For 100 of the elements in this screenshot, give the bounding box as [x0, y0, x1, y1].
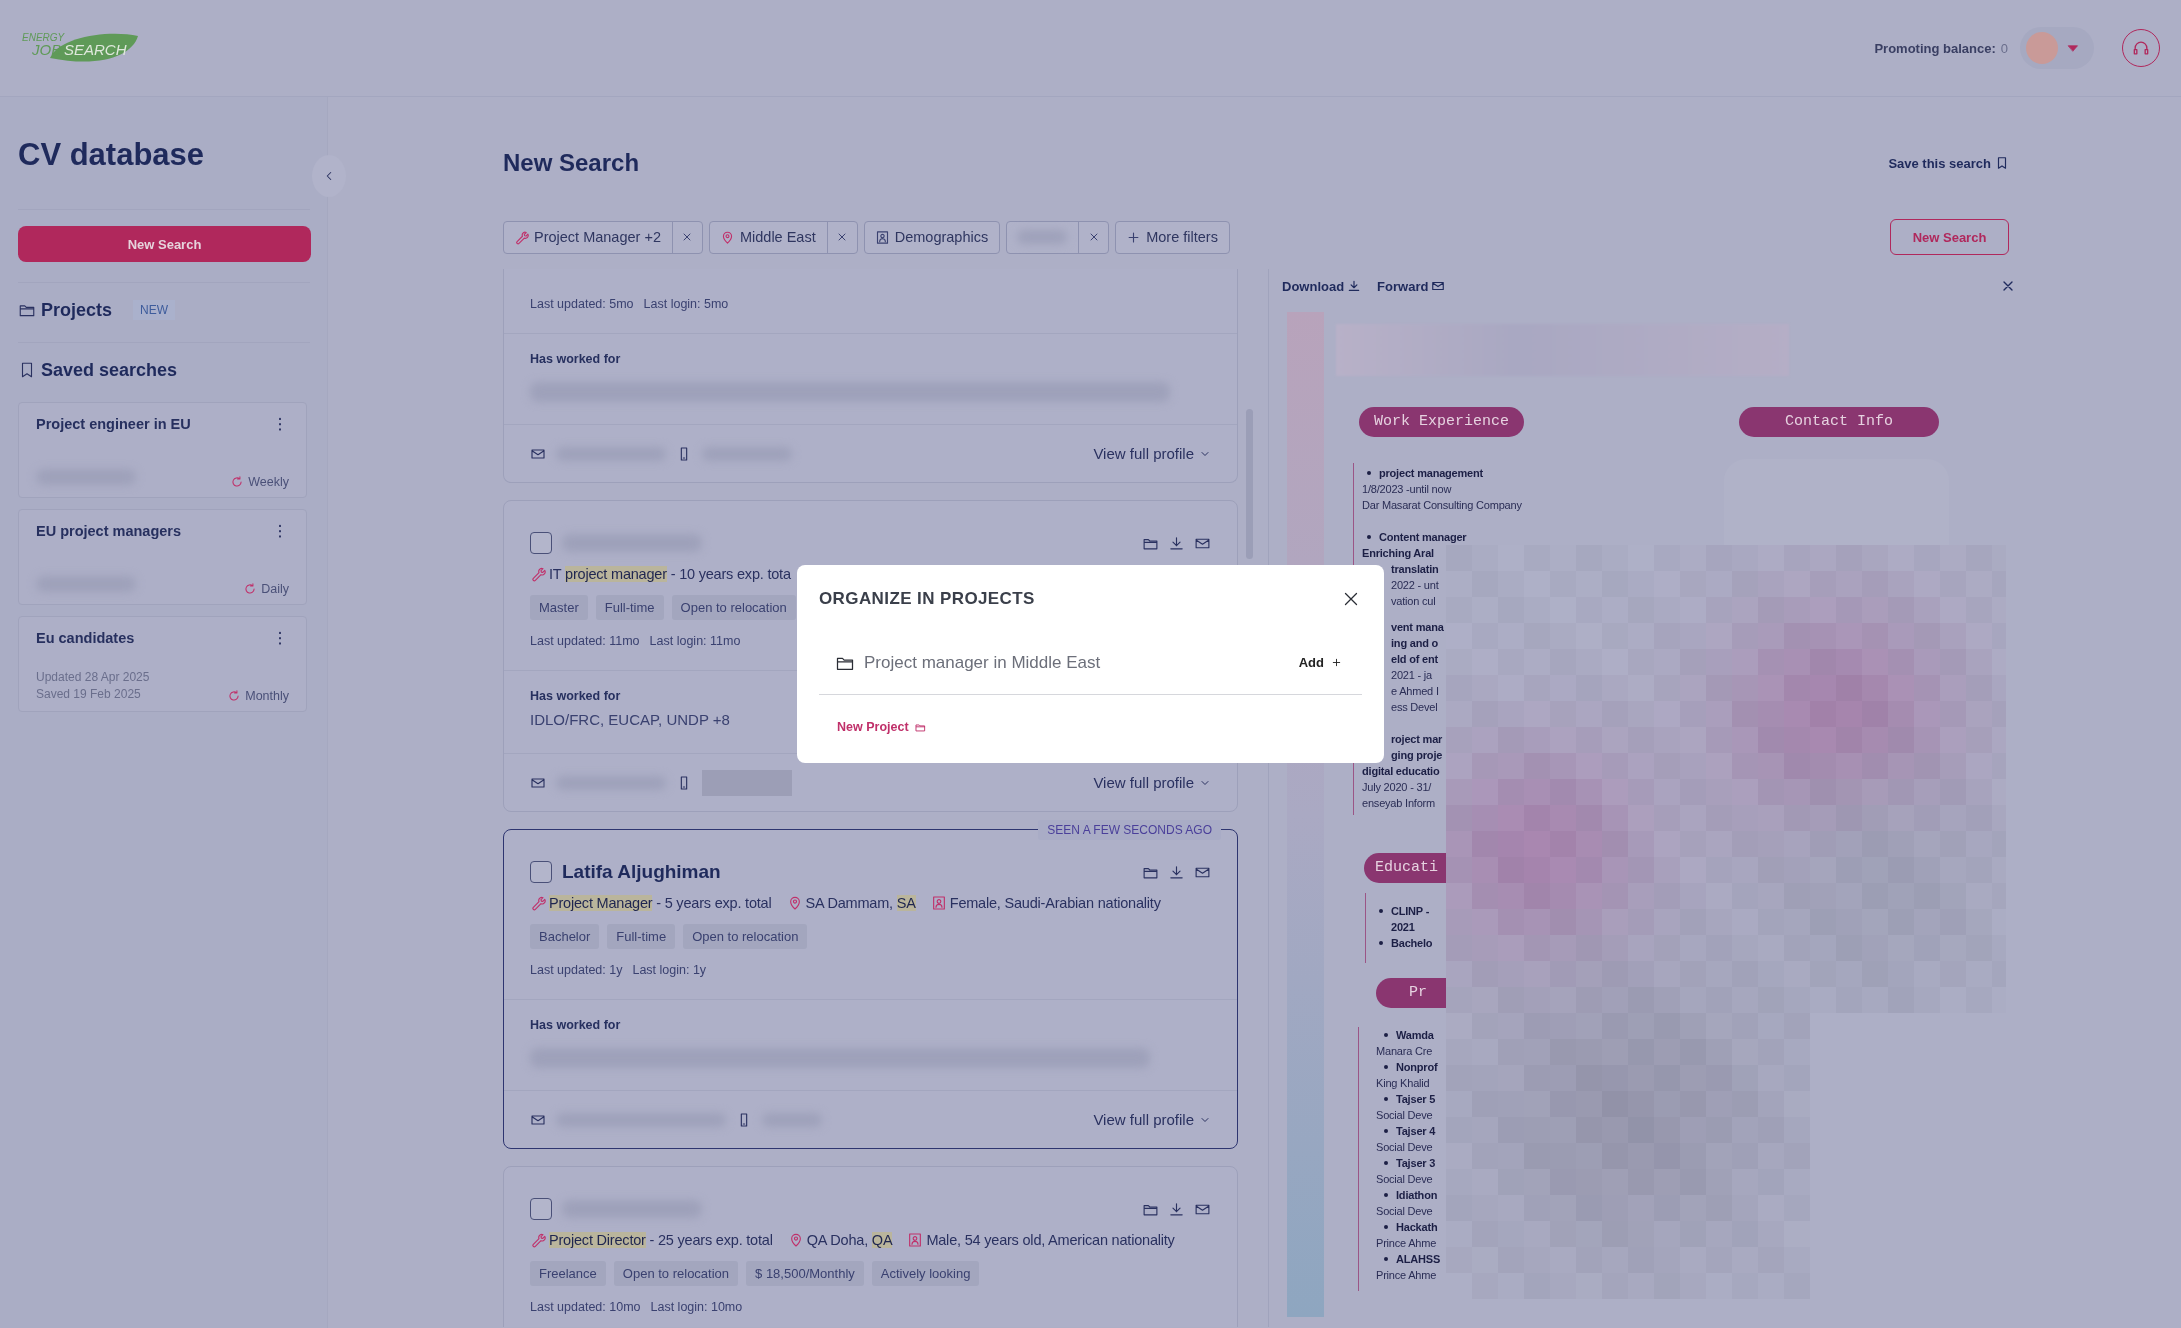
job-title: Project Director - 25 years exp. total: [549, 1232, 773, 1248]
view-profile-link[interactable]: View full profile: [1093, 774, 1211, 791]
cv-text: vent mana: [1391, 620, 1444, 635]
new-project-button[interactable]: New Project: [837, 720, 926, 734]
bookmark-icon: [1995, 156, 2009, 170]
checkbox[interactable]: [530, 861, 552, 883]
section-label: Has worked for: [530, 352, 622, 368]
download-icon[interactable]: [1168, 863, 1185, 881]
section-label: Has worked for: [530, 689, 622, 705]
cv-text: 1/8/2023 -until now: [1362, 482, 1452, 497]
section-label: Has worked for: [530, 1018, 622, 1034]
bullet-icon: [1367, 535, 1371, 539]
dialog-title: ORGANIZE IN PROJECTS: [819, 589, 1035, 609]
wrench-icon: [530, 1232, 546, 1248]
bullet-icon: [1384, 1129, 1388, 1133]
filter-chip[interactable]: Project Manager +2: [503, 220, 703, 254]
bullet-icon: [1379, 909, 1383, 913]
employers-text: IDLO/FRC, EUCAP, UNDP +8: [530, 711, 730, 730]
job-title: IT project manager - 10 years exp. tota: [549, 566, 791, 582]
new-badge: NEW: [133, 300, 176, 320]
cv-text: ing and o: [1391, 636, 1439, 651]
saved-search-name[interactable]: Project engineer in EU: [36, 416, 191, 432]
tag: Full-time: [595, 595, 664, 620]
last-login-text: Last login: 10mo: [650, 1300, 743, 1316]
tag: Open to relocation: [683, 924, 808, 949]
bullet-icon: [1384, 1065, 1388, 1069]
cv-text: project management: [1379, 466, 1483, 481]
folder-icon: [914, 721, 926, 733]
wrench-icon: [530, 895, 546, 911]
section-heading: Contact Info: [1739, 407, 1939, 437]
cv-text: Content manager: [1379, 530, 1467, 545]
view-profile-link[interactable]: View full profile: [1093, 1111, 1211, 1128]
candidate-name[interactable]: Latifa Aljughiman: [562, 861, 721, 883]
tag: Actively looking: [871, 1261, 980, 1286]
section-heading: Work Experience: [1359, 407, 1525, 437]
last-updated-text: Last updated: 11mo: [530, 634, 640, 650]
saved-search-card[interactable]: Eu candidates Updated 28 Apr 2025 Saved 19 Feb 2025 Monthly: [18, 616, 307, 712]
filter-chip[interactable]: Middle East: [708, 220, 858, 254]
save-search-button[interactable]: Save this search: [1888, 155, 2009, 171]
saved-search-card[interactable]: EU project managers Daily: [18, 509, 307, 605]
bullet-icon: [1379, 941, 1383, 945]
frequency-label: Weekly: [248, 475, 289, 489]
cv-text: ALAHSS: [1396, 1252, 1441, 1267]
cv-text: 2021: [1391, 920, 1415, 935]
last-updated-text: Last updated: 1y: [530, 963, 623, 979]
new-search-button[interactable]: New Search: [18, 226, 311, 262]
forward-button[interactable]: Forward: [1377, 278, 1446, 294]
cv-text: Idiathon: [1396, 1188, 1438, 1203]
person-icon: [930, 895, 947, 911]
cv-text: ging proje: [1391, 748, 1443, 763]
view-profile-link[interactable]: View full profile: [1093, 445, 1211, 462]
page-title: CV database: [18, 137, 206, 173]
saved-search-name[interactable]: EU project managers: [36, 523, 182, 539]
balance-value: 0: [2000, 40, 2008, 56]
checkbox[interactable]: [530, 1198, 552, 1220]
cv-text: Social Deve: [1376, 1204, 1433, 1219]
checkbox[interactable]: [530, 532, 552, 554]
location-text: QA Doha, QA: [806, 1232, 893, 1248]
wrench-icon: [530, 566, 546, 582]
last-login-text: Last login: 1y: [632, 963, 707, 979]
projects-link[interactable]: Projects: [41, 299, 113, 321]
tag: Master: [530, 595, 588, 620]
cv-text: King Khalid: [1376, 1076, 1430, 1091]
bullet-icon: [1384, 1033, 1388, 1037]
refresh-icon: [230, 475, 245, 489]
cv-text: 2022 - unt: [1391, 578, 1439, 593]
last-updated-text: Last updated: 10mo: [530, 1300, 641, 1316]
saved-search-name[interactable]: Eu candidates: [36, 630, 135, 646]
search-title: New Search: [503, 149, 640, 177]
add-button[interactable]: Add: [1298, 655, 1342, 670]
project-name: Project manager in Middle East: [864, 652, 1101, 673]
last-updated-text: Last updated: 5mo: [530, 297, 634, 313]
filter-chip[interactable]: More filters: [1115, 220, 1230, 254]
cv-text: Tajser 3: [1396, 1156, 1436, 1171]
download-button[interactable]: Download: [1282, 278, 1362, 294]
cv-text: Social Deve: [1376, 1108, 1433, 1123]
cv-text: 2021 - ja: [1391, 668, 1432, 683]
download-icon[interactable]: [1168, 1200, 1185, 1218]
bullet-icon: [1384, 1257, 1388, 1261]
download-icon[interactable]: [1168, 534, 1185, 552]
filter-chip[interactable]: Demographics: [863, 220, 1001, 254]
new-search-button[interactable]: New Search: [1890, 219, 2009, 255]
tag: Open to relocation: [671, 595, 796, 620]
frequency-label: Daily: [261, 582, 289, 596]
bullet-icon: [1367, 471, 1371, 475]
last-login-text: Last login: 11mo: [649, 634, 741, 650]
cv-text: Prince Ahme: [1376, 1236, 1437, 1251]
cv-text: eld of ent: [1391, 652, 1438, 667]
saved-search-date: Saved 19 Feb 2025: [36, 686, 142, 703]
section-heading: Educati: [1364, 853, 1446, 883]
tag: Open to relocation: [613, 1261, 739, 1286]
cv-text: e Ahmed I: [1391, 684, 1439, 699]
balance-label: Promoting balance:: [1874, 40, 1996, 56]
cv-text: Manara Cre: [1376, 1044, 1433, 1059]
cv-text: Prince Ahme: [1376, 1268, 1437, 1283]
cv-text: roject mar: [1391, 732, 1443, 747]
cv-text: Social Deve: [1376, 1172, 1433, 1187]
saved-search-card[interactable]: Project engineer in EU Weekly: [18, 402, 307, 498]
cv-text: Hackath: [1396, 1220, 1438, 1235]
collapse-handle[interactable]: [312, 155, 346, 197]
